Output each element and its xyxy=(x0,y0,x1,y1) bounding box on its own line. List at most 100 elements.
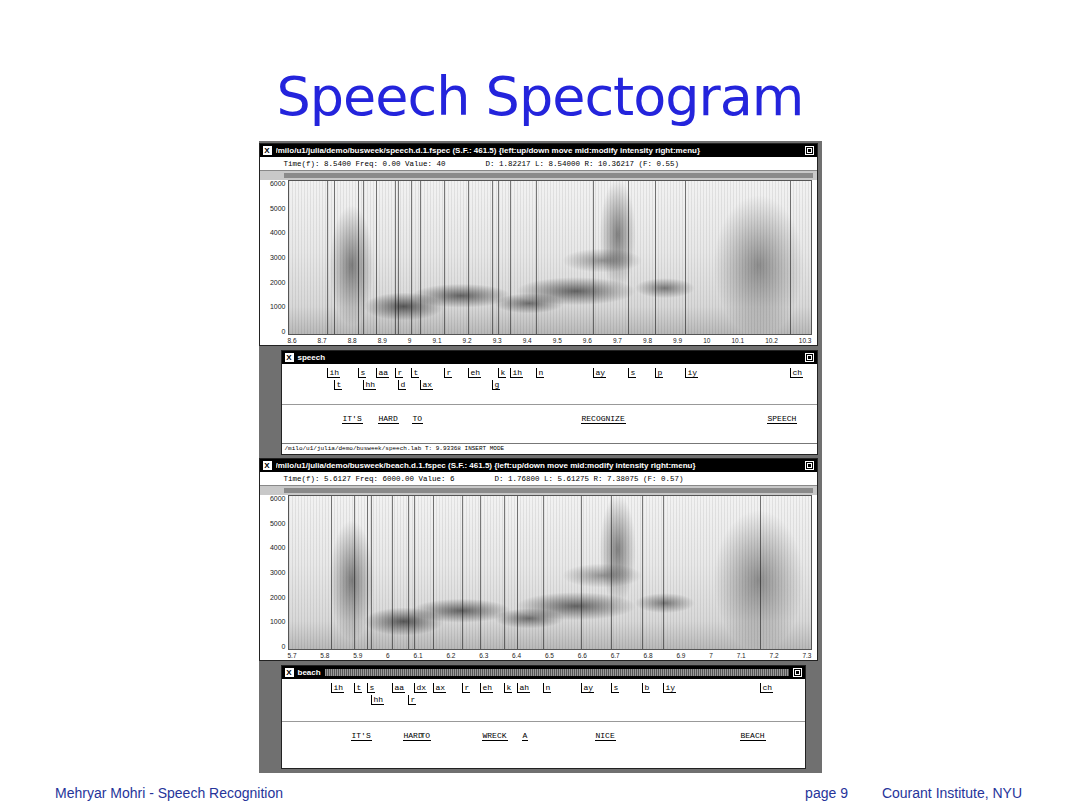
time-axis: 8.68.78.88.999.19.29.39.49.59.69.79.89.9… xyxy=(288,335,812,345)
phone-label[interactable]: ax xyxy=(420,380,434,390)
spectrogram-image[interactable] xyxy=(288,180,812,335)
phone-label[interactable]: r xyxy=(395,368,404,378)
x-tick: 6.8 xyxy=(644,652,653,659)
phone-label[interactable]: n xyxy=(543,683,552,693)
phone-label[interactable]: t xyxy=(411,368,420,378)
phone-label[interactable]: s xyxy=(611,683,620,693)
phone-label[interactable]: s xyxy=(358,368,367,378)
x-tick: 9.1 xyxy=(432,337,441,344)
phone-label[interactable]: aa xyxy=(376,368,390,378)
frequency-axis: 6000500040003000200010000 xyxy=(260,495,288,650)
page-number: page 9 xyxy=(805,785,848,801)
x-tick: 10.2 xyxy=(765,337,778,344)
window-title-bar[interactable]: Xbeach xyxy=(282,666,805,679)
phone-label[interactable]: ah xyxy=(517,683,531,693)
phone-label[interactable]: n xyxy=(536,368,545,378)
phone-label[interactable]: k xyxy=(498,368,507,378)
word-label[interactable]: SPEECH xyxy=(767,414,798,424)
word-label[interactable]: A xyxy=(522,731,529,741)
word-label[interactable]: RECOGNIZE xyxy=(581,414,626,424)
segment-line xyxy=(510,181,511,334)
time-scroll-bar[interactable] xyxy=(260,486,817,495)
label-tiers[interactable]: ihtshhaardtaxrehkihgnayspiychIT'SHARDTOR… xyxy=(282,364,817,443)
segment-line xyxy=(331,496,332,649)
y-tick: 2000 xyxy=(270,279,286,286)
phone-label[interactable]: eh xyxy=(468,368,482,378)
iconify-icon[interactable] xyxy=(805,461,814,470)
word-label[interactable]: WRECK xyxy=(482,731,508,741)
x-tick: 6.3 xyxy=(479,652,488,659)
window-title-bar[interactable]: X/milo/u1/julia/demo/busweek/beach.d.1.f… xyxy=(260,459,817,472)
phone-label[interactable]: k xyxy=(504,683,513,693)
word-label[interactable]: TO xyxy=(420,731,432,741)
phone-label[interactable]: b xyxy=(642,683,651,693)
label-tiers[interactable]: ihtshhaadxraxrehkahnaysbiychIT'SHARDTOWR… xyxy=(282,679,805,768)
status-line: /milo/u1/julia/demo/busweek/speech.lab T… xyxy=(282,443,817,454)
phone-label[interactable]: r xyxy=(408,695,417,705)
x-tick: 10.1 xyxy=(731,337,744,344)
word-label[interactable]: BEACH xyxy=(740,731,766,741)
x-window-icon[interactable]: X xyxy=(285,668,294,677)
label-window[interactable]: XbeachihtshhaadxraxrehkahnaysbiychIT'SHA… xyxy=(281,665,806,769)
x-tick: 8.9 xyxy=(378,337,387,344)
phone-label[interactable]: iy xyxy=(685,368,699,378)
word-label[interactable]: IT'S xyxy=(342,414,363,424)
phone-label[interactable]: ay xyxy=(593,368,607,378)
word-label[interactable]: NICE xyxy=(595,731,616,741)
window-title-bar[interactable]: X/milo/u1/julia/demo/busweek/speech.d.1.… xyxy=(260,144,817,157)
spectrogram-window[interactable]: X/milo/u1/julia/demo/busweek/beach.d.1.f… xyxy=(259,458,818,661)
x-window-icon[interactable]: X xyxy=(263,461,272,470)
phone-label[interactable]: ih xyxy=(510,368,524,378)
word-label[interactable]: IT'S xyxy=(351,731,372,741)
x-window-icon[interactable]: X xyxy=(285,353,294,362)
iconify-icon[interactable] xyxy=(793,668,802,677)
window-title-bar[interactable]: Xspeech xyxy=(282,351,817,364)
scroll-thumb[interactable] xyxy=(284,488,813,493)
phone-label[interactable]: hh xyxy=(371,695,385,705)
tier-separator xyxy=(282,721,805,722)
range-readout: D: 1.76800 L: 5.61275 R: 7.38075 (F: 0.5… xyxy=(495,475,684,483)
segment-line xyxy=(414,496,415,649)
spectrogram-image[interactable] xyxy=(288,495,812,650)
segment-line xyxy=(334,181,335,334)
label-window[interactable]: XspeechihtshhaardtaxrehkihgnayspiychIT'S… xyxy=(281,350,818,455)
word-label[interactable]: TO xyxy=(412,414,424,424)
phone-label[interactable]: ih xyxy=(331,683,345,693)
iconify-icon[interactable] xyxy=(805,353,814,362)
x-window-icon[interactable]: X xyxy=(263,146,272,155)
phone-label[interactable]: ay xyxy=(581,683,595,693)
segment-line xyxy=(790,181,791,334)
word-label[interactable]: HARD xyxy=(378,414,399,424)
phone-label[interactable]: ih xyxy=(327,368,341,378)
window-title: beach xyxy=(298,668,321,677)
x-tick: 6.6 xyxy=(578,652,587,659)
phone-label[interactable]: s xyxy=(628,368,637,378)
x-tick: 9.8 xyxy=(643,337,652,344)
phone-label[interactable]: t xyxy=(354,683,363,693)
slide-title: Speech Spectogram xyxy=(277,66,804,128)
iconify-icon[interactable] xyxy=(805,146,814,155)
phone-label[interactable]: t xyxy=(334,380,343,390)
segment-line xyxy=(462,496,463,649)
scroll-thumb[interactable] xyxy=(284,173,813,178)
time-scroll-bar[interactable] xyxy=(260,171,817,180)
x-tick: 9.4 xyxy=(523,337,532,344)
phone-label[interactable]: eh xyxy=(480,683,494,693)
segment-line xyxy=(392,496,393,649)
phone-label[interactable]: dx xyxy=(414,683,428,693)
segment-line xyxy=(581,496,582,649)
phone-label[interactable]: g xyxy=(492,380,501,390)
phone-label[interactable]: aa xyxy=(392,683,406,693)
phone-label[interactable]: ch xyxy=(790,368,804,378)
phone-label[interactable]: ax xyxy=(433,683,447,693)
spectrogram-window[interactable]: X/milo/u1/julia/demo/busweek/speech.d.1.… xyxy=(259,143,818,346)
phone-label[interactable]: iy xyxy=(663,683,677,693)
phone-label[interactable]: r xyxy=(444,368,453,378)
phone-label[interactable]: r xyxy=(462,683,471,693)
phone-label[interactable]: s xyxy=(367,683,376,693)
phone-label[interactable]: ch xyxy=(760,683,774,693)
phone-label[interactable]: p xyxy=(655,368,664,378)
phone-label[interactable]: d xyxy=(398,380,407,390)
y-tick: 6000 xyxy=(270,495,286,502)
phone-label[interactable]: hh xyxy=(363,380,377,390)
